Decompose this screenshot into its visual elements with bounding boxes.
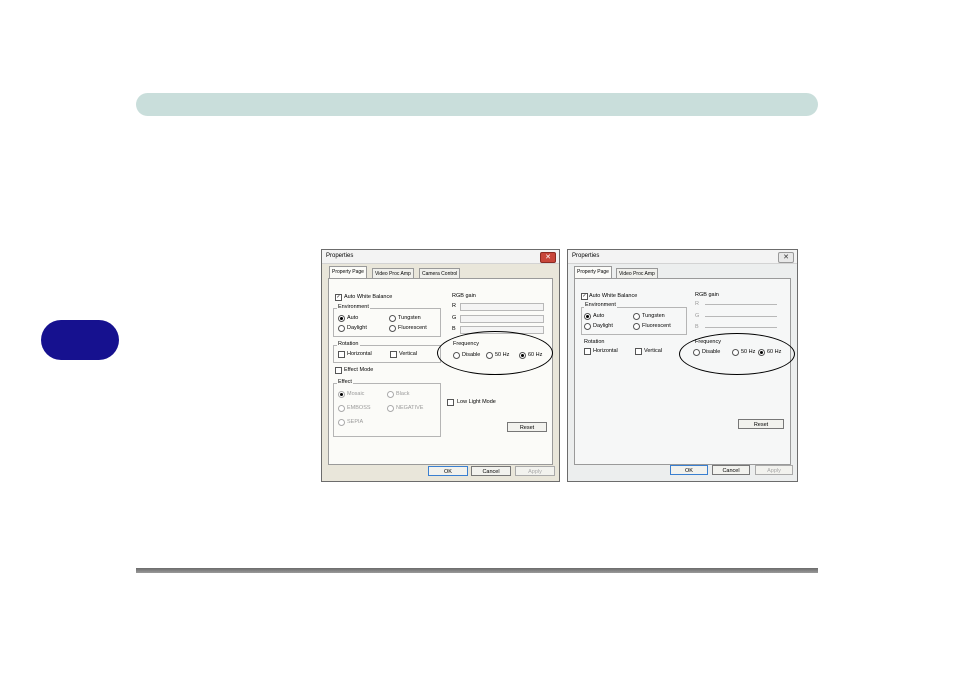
rgb-gain-label: RGB gain xyxy=(452,293,476,299)
rotation-horizontal-checkbox[interactable] xyxy=(338,351,345,358)
effect-black-label: Black xyxy=(396,391,410,397)
environment-daylight-radio[interactable] xyxy=(338,325,345,332)
effect-negative-label: NEGATIVE xyxy=(396,405,424,411)
effect-sepia-label: SEPIA xyxy=(347,419,364,425)
footer-rule xyxy=(136,568,818,573)
rgb-gain-label: RGB gain xyxy=(695,292,719,298)
rgb-g-slider[interactable] xyxy=(460,315,544,323)
rgb-g-label: G xyxy=(695,313,700,319)
environment-fluorescent-label: Fluorescent xyxy=(398,325,427,331)
auto-white-balance-label: Auto White Balance xyxy=(344,294,393,300)
low-light-mode-label: Low Light Mode xyxy=(457,399,496,405)
environment-group xyxy=(581,307,687,335)
ok-button[interactable]: OK xyxy=(670,465,708,475)
apply-button[interactable]: Apply xyxy=(755,465,793,475)
environment-tungsten-radio[interactable] xyxy=(633,313,640,320)
rgb-b-label: B xyxy=(695,324,699,330)
environment-auto-label: Auto xyxy=(347,315,359,321)
effect-emboss-label: EMBOSS xyxy=(347,405,371,411)
frequency-highlight-ellipse xyxy=(437,331,553,375)
auto-white-balance-checkbox[interactable]: ✓ xyxy=(335,294,342,301)
environment-tungsten-radio[interactable] xyxy=(389,315,396,322)
environment-fluorescent-label: Fluorescent xyxy=(642,323,671,329)
environment-fluorescent-radio[interactable] xyxy=(633,323,640,330)
rotation-horizontal-label: Horizontal xyxy=(347,351,372,357)
rgb-r-slider[interactable] xyxy=(705,304,777,305)
rgb-r-slider[interactable] xyxy=(460,303,544,311)
low-light-mode-checkbox[interactable] xyxy=(447,399,454,406)
environment-label: Environment xyxy=(337,304,370,310)
environment-auto-radio[interactable] xyxy=(584,313,591,320)
effect-emboss-radio[interactable] xyxy=(338,405,345,412)
reset-button[interactable]: Reset xyxy=(738,419,784,429)
rotation-vertical-checkbox[interactable] xyxy=(390,351,397,358)
reset-button[interactable]: Reset xyxy=(507,422,547,432)
title-bar: Properties ✕ xyxy=(322,250,559,264)
effect-mosaic-label: Mosaic xyxy=(347,391,365,397)
effect-label: Effect xyxy=(337,379,353,385)
rgb-b-label: B xyxy=(452,326,456,332)
effect-negative-radio[interactable] xyxy=(387,405,394,412)
rgb-g-label: G xyxy=(452,315,457,321)
environment-group xyxy=(333,308,441,337)
cancel-button[interactable]: Cancel xyxy=(712,465,750,475)
environment-fluorescent-radio[interactable] xyxy=(389,325,396,332)
rgb-r-label: R xyxy=(695,301,699,307)
environment-daylight-radio[interactable] xyxy=(584,323,591,330)
ok-button[interactable]: OK xyxy=(428,466,468,476)
rotation-label: Rotation xyxy=(584,339,605,345)
effect-mode-label: Effect Mode xyxy=(344,367,374,373)
frequency-highlight-ellipse xyxy=(679,333,795,375)
environment-daylight-label: Daylight xyxy=(347,325,367,331)
effect-black-radio[interactable] xyxy=(387,391,394,398)
rgb-b-slider[interactable] xyxy=(705,327,777,328)
effect-mode-checkbox[interactable] xyxy=(335,367,342,374)
environment-label: Environment xyxy=(584,302,617,308)
title-bar: Properties ✕ xyxy=(568,250,797,264)
cancel-button[interactable]: Cancel xyxy=(471,466,511,476)
auto-white-balance-checkbox[interactable]: ✓ xyxy=(581,293,588,300)
effect-mosaic-radio[interactable] xyxy=(338,391,345,398)
environment-tungsten-label: Tungsten xyxy=(398,315,421,321)
rgb-g-slider[interactable] xyxy=(705,316,777,317)
close-icon[interactable]: ✕ xyxy=(540,252,556,263)
close-icon[interactable]: ✕ xyxy=(778,252,794,263)
auto-white-balance-label: Auto White Balance xyxy=(589,293,638,299)
effect-sepia-radio[interactable] xyxy=(338,419,345,426)
rotation-vertical-label: Vertical xyxy=(399,351,418,357)
header-bar xyxy=(136,93,818,116)
rotation-vertical-checkbox[interactable] xyxy=(635,348,642,355)
apply-button[interactable]: Apply xyxy=(515,466,555,476)
rotation-vertical-label: Vertical xyxy=(644,348,663,354)
rotation-horizontal-label: Horizontal xyxy=(593,348,618,354)
environment-tungsten-label: Tungsten xyxy=(642,313,665,319)
dialog-title: Properties xyxy=(572,253,600,259)
environment-auto-radio[interactable] xyxy=(338,315,345,322)
rgb-r-label: R xyxy=(452,303,456,309)
environment-daylight-label: Daylight xyxy=(593,323,613,329)
rotation-label: Rotation xyxy=(337,341,360,347)
dialog-title: Properties xyxy=(326,253,354,259)
environment-auto-label: Auto xyxy=(593,313,605,319)
chapter-side-tab xyxy=(41,320,119,360)
rotation-horizontal-checkbox[interactable] xyxy=(584,348,591,355)
